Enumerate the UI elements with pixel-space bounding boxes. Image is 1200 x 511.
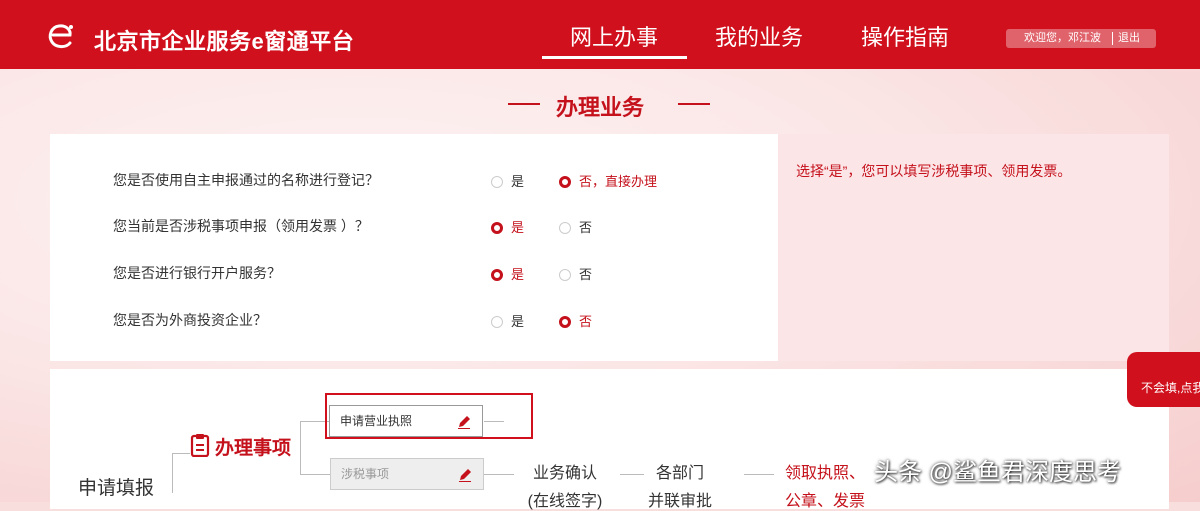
user-divider — [1112, 32, 1113, 45]
question-1-label: 您是否使用自主申报通过的名称进行登记？ — [113, 172, 379, 188]
top-header: 北京市企业服务e窗通平台 网上办事 我的业务 操作指南 欢迎您，邓江波 退出 — [0, 0, 1200, 69]
user-info-box: 欢迎您，邓江波 退出 — [1006, 29, 1156, 48]
connector-line — [744, 474, 774, 475]
logo-e-icon — [48, 24, 73, 49]
radio-selected-icon[interactable] — [491, 268, 503, 281]
tax-matters-box[interactable]: 涉税事项 — [330, 458, 484, 490]
step-collect-license: 领取执照、 公章、发票 — [784, 465, 865, 510]
platform-logo-text: 北京市企业服务e窗通平台 — [94, 29, 355, 54]
section-title: 办理业务 — [555, 95, 644, 120]
question-4-option-yes[interactable]: 是 — [491, 311, 524, 330]
radio-icon[interactable] — [491, 315, 503, 328]
question-3-option-no[interactable]: 否 — [559, 264, 592, 283]
radio-selected-icon[interactable] — [491, 221, 503, 234]
nav-my-business[interactable]: 我的业务 — [715, 20, 803, 52]
help-float-button[interactable]: 不会填,点我 — [1127, 352, 1200, 407]
tip-text: 选择“是”，您可以填写涉税事项、领用发票。 — [796, 163, 1072, 179]
radio-icon[interactable] — [491, 175, 503, 188]
question-2-option-no[interactable]: 否 — [559, 217, 592, 236]
apply-business-license-box[interactable]: 申请营业执照 — [329, 405, 483, 437]
radio-icon[interactable] — [559, 268, 571, 281]
radio-icon[interactable] — [559, 221, 571, 234]
question-1-option-yes[interactable]: 是 — [491, 171, 524, 190]
step-parallel-approval: 各部门 并联审批 — [647, 465, 712, 510]
nav-guide[interactable]: 操作指南 — [861, 20, 949, 52]
connector-line — [300, 474, 330, 475]
clipboard-icon — [190, 434, 210, 457]
question-4-option-no[interactable]: 否 — [559, 311, 592, 330]
user-greeting: 欢迎您，邓江波 — [1024, 32, 1101, 44]
pencil-icon[interactable] — [456, 414, 472, 430]
question-2-option-yes[interactable]: 是 — [491, 217, 524, 236]
connector-line — [300, 421, 301, 474]
logout-link[interactable]: 退出 — [1118, 29, 1140, 48]
question-3-label: 您是否进行银行开户服务？ — [113, 265, 281, 281]
radio-selected-icon[interactable] — [559, 315, 571, 328]
connector-line — [172, 453, 190, 454]
radio-selected-icon[interactable] — [559, 175, 571, 188]
watermark-text: 头条 @鲨鱼君深度思考 — [874, 459, 1122, 486]
pencil-icon[interactable] — [457, 467, 473, 483]
question-panel: 您是否使用自主申报通过的名称进行登记？ 是 否，直接办理 您当前是否涉税事项申报… — [50, 134, 778, 361]
question-1-option-no[interactable]: 否，直接办理 — [559, 171, 657, 190]
title-right-line — [678, 103, 710, 105]
nav-online-service[interactable]: 网上办事 — [570, 20, 658, 52]
process-flow-panel: 申请填报 办理事项 申请营业执照 涉税事项 业务确认 (在线签字) 各部门 并联… — [50, 369, 1169, 510]
flow-start-label: 申请填报 — [78, 478, 155, 499]
connector-line — [172, 453, 173, 493]
step-business-confirm: 业务确认 (在线签字) — [527, 465, 603, 510]
nav-active-indicator — [542, 56, 687, 59]
question-4-label: 您是否为外商投资企业？ — [113, 312, 267, 328]
connector-line — [484, 474, 514, 475]
question-3-option-yes[interactable]: 是 — [491, 264, 524, 283]
question-2-label: 您当前是否涉税事项申报（领用发票 ）？ — [113, 218, 369, 234]
handle-items-title: 办理事项 — [215, 438, 292, 459]
tip-panel: 选择“是”，您可以填写涉税事项、领用发票。 — [778, 134, 1169, 361]
